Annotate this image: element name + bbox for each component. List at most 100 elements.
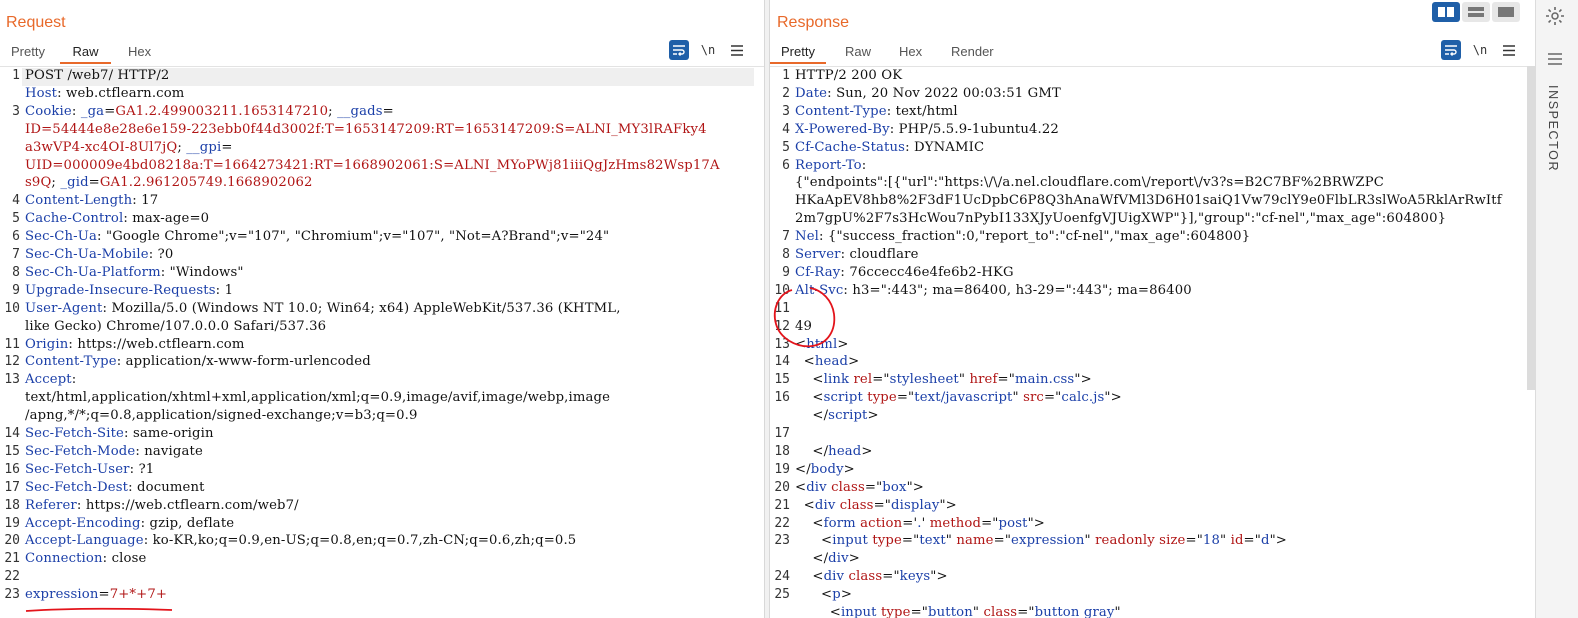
- split-vertical-icon[interactable]: [1462, 2, 1490, 22]
- code-token: Cf-Cache-Status: [795, 139, 906, 155]
- code-line[interactable]: 14 Sec-Fetch-Site: same-origin: [0, 426, 764, 444]
- code-line[interactable]: 3 Content-Type: text/html: [770, 104, 1535, 122]
- code-line[interactable]: 12 Content-Type: application/x-www-form-u…: [0, 354, 764, 372]
- gear-icon[interactable]: [1545, 6, 1565, 31]
- code-token: a3wVP4-xc4OI-8Ul7jQ: [25, 139, 178, 155]
- code-token: =": [993, 533, 1012, 549]
- code-token: : DYNAMIC: [905, 139, 985, 155]
- code-line[interactable]: 19 Accept-Encoding: gzip, deflate: [0, 516, 764, 534]
- code-line[interactable]: 13 <html>: [770, 337, 1535, 355]
- code-token: div: [806, 479, 827, 495]
- code-token: <: [795, 372, 824, 388]
- code-line[interactable]: 7 Nel: {"success_fraction":0,"report_to":…: [770, 229, 1535, 247]
- request-editor[interactable]: 1 POST /web7/ HTTP/2 Host: web.ctflearn.co…: [0, 66, 764, 618]
- code-line[interactable]: 21 <div class="display">: [770, 498, 1535, 516]
- code-token: post: [998, 515, 1028, 531]
- code-line[interactable]: 10 User-Agent: Mozilla/5.0 (Windows NT 10…: [0, 301, 764, 319]
- inspector-label[interactable]: INSPECTOR: [1546, 85, 1560, 172]
- code-line[interactable]: 18 </head>: [770, 444, 1535, 462]
- code-line[interactable]: 2 Date: Sun, 20 Nov 2022 00:03:51 GMT: [770, 86, 1535, 104]
- code-line[interactable]: 22: [0, 569, 764, 587]
- code-line[interactable]: 7 Sec-Ch-Ua-Mobile: ?0: [0, 247, 764, 265]
- code-line[interactable]: 5 Cf-Cache-Status: DYNAMIC: [770, 140, 1535, 158]
- code-line[interactable]: 13 Accept:: [0, 372, 764, 390]
- hamburger-menu-icon[interactable]: [1499, 40, 1519, 60]
- code-line[interactable]: 23 <input type="text" name="expression" …: [770, 533, 1535, 551]
- hamburger-menu-icon[interactable]: [727, 40, 747, 60]
- tab-render[interactable]: Render: [951, 42, 1001, 64]
- response-title: Response: [777, 14, 850, 31]
- code-line[interactable]: {"endpoints":[{"url":"https:\/\/a.nel.cl…: [770, 175, 1535, 193]
- code-line[interactable]: 12 49: [770, 319, 1535, 337]
- code-line[interactable]: /apng,*/*;q=0.8,application/signed-excha…: [0, 408, 764, 426]
- code-line[interactable]: <input type="button" class="button gray": [770, 605, 1535, 618]
- code-line[interactable]: 15 <link rel="stylesheet" href="main.css…: [770, 372, 1535, 390]
- code-line[interactable]: 25 <p>: [770, 587, 1535, 605]
- code-line[interactable]: 23 expression=7+*+7+: [0, 587, 764, 605]
- tab-hex[interactable]: Hex: [128, 42, 158, 64]
- code-line[interactable]: UID=000009e4bd08218a:T=1664273421:RT=166…: [0, 158, 764, 176]
- code-line[interactable]: 15 Sec-Fetch-Mode: navigate: [0, 444, 764, 462]
- tab-hex[interactable]: Hex: [899, 42, 929, 64]
- code-line[interactable]: 17 Sec-Fetch-Dest: document: [0, 480, 764, 498]
- code-line[interactable]: Host: web.ctflearn.com: [0, 86, 764, 104]
- code-line[interactable]: 16 Sec-Fetch-User: ?1: [0, 462, 764, 480]
- code-line[interactable]: 20 Accept-Language: ko-KR,ko;q=0.9,en-US;…: [0, 533, 764, 551]
- code-line[interactable]: 1 POST /web7/ HTTP/2: [0, 68, 764, 86]
- code-line[interactable]: 18 Referer: https://web.ctflearn.com/web7…: [0, 498, 764, 516]
- code-line[interactable]: 19 </body>: [770, 462, 1535, 480]
- line-text: UID=000009e4bd08218a:T=1664273421:RT=166…: [25, 158, 720, 173]
- code-line[interactable]: 6 Sec-Ch-Ua: "Google Chrome";v="107", "Ch…: [0, 229, 764, 247]
- split-horizontal-icon[interactable]: [1432, 2, 1460, 22]
- word-wrap-icon[interactable]: [669, 40, 689, 60]
- line-number: 5: [782, 139, 790, 155]
- line-text: X-Powered-By: PHP/5.5.9-1ubuntu4.22: [795, 122, 1059, 137]
- request-toolbar: \n: [669, 40, 747, 60]
- code-line[interactable]: 21 Connection: close: [0, 551, 764, 569]
- response-scrollbar[interactable]: [1527, 66, 1535, 390]
- code-line[interactable]: 6 Report-To:: [770, 158, 1535, 176]
- code-line[interactable]: HKaApEV8hb8%2F3dF1UcDpbC6P8Q3hAnaWfVMl3D…: [770, 193, 1535, 211]
- code-line[interactable]: 16 <script type="text/javascript" src="c…: [770, 390, 1535, 408]
- newline-toggle[interactable]: \n: [699, 40, 717, 60]
- code-line[interactable]: 20 <div class="box">: [770, 480, 1535, 498]
- code-line[interactable]: s9Q; _gid=GA1.2.961205749.1668902062: [0, 175, 764, 193]
- code-token: ">: [930, 569, 948, 585]
- code-line[interactable]: a3wVP4-xc4OI-8Ul7jQ; __gpi=: [0, 140, 764, 158]
- tab-pretty[interactable]: Pretty: [770, 42, 826, 64]
- response-editor[interactable]: 1 HTTP/2 200 OK 2 Date: Sun, 20 Nov 2022 00…: [770, 66, 1535, 618]
- code-line[interactable]: 22 <form action='.' method="post">: [770, 516, 1535, 534]
- code-token: button gray: [1034, 605, 1115, 618]
- code-line[interactable]: </script>: [770, 408, 1535, 426]
- line-number: 6: [782, 157, 790, 173]
- tab-raw[interactable]: Raw: [60, 42, 111, 64]
- newline-toggle[interactable]: \n: [1471, 40, 1489, 60]
- code-line[interactable]: 2m7gpU%2F7s3HcWou7nPybI133XJyUoenfgVJUig…: [770, 211, 1535, 229]
- code-token: expression: [1011, 533, 1085, 549]
- hamburger-menu-icon[interactable]: [1548, 52, 1562, 70]
- line-text: </head>: [795, 444, 873, 459]
- code-line[interactable]: 10 Alt-Svc: h3=":443"; ma=86400, h3-29=":…: [770, 283, 1535, 301]
- tab-raw[interactable]: Raw: [845, 42, 875, 64]
- code-line[interactable]: ID=54444e8e28e6e159-223ebb0f44d3002f:T=1…: [0, 122, 764, 140]
- code-line[interactable]: 17: [770, 426, 1535, 444]
- code-line[interactable]: 24 <div class="keys">: [770, 569, 1535, 587]
- code-line[interactable]: 9 Cf-Ray: 76ccecc46e4fe6b2-HKG: [770, 265, 1535, 283]
- code-line[interactable]: text/html,application/xhtml+xml,applicat…: [0, 390, 764, 408]
- code-line[interactable]: 11: [770, 301, 1535, 319]
- single-pane-icon[interactable]: [1492, 2, 1520, 22]
- code-line[interactable]: 9 Upgrade-Insecure-Requests: 1: [0, 283, 764, 301]
- code-line[interactable]: 11 Origin: https://web.ctflearn.com: [0, 337, 764, 355]
- tab-pretty[interactable]: Pretty: [11, 42, 51, 64]
- code-line[interactable]: </div>: [770, 551, 1535, 569]
- code-line[interactable]: 8 Server: cloudflare: [770, 247, 1535, 265]
- code-line[interactable]: 8 Sec-Ch-Ua-Platform: "Windows": [0, 265, 764, 283]
- code-line[interactable]: like Gecko) Chrome/107.0.0.0 Safari/537.…: [0, 319, 764, 337]
- word-wrap-icon[interactable]: [1441, 40, 1461, 60]
- code-line[interactable]: 5 Cache-Control: max-age=0: [0, 211, 764, 229]
- code-line[interactable]: 1 HTTP/2 200 OK: [770, 68, 1535, 86]
- code-line[interactable]: 3 Cookie: _ga=GA1.2.499003211.1653147210;…: [0, 104, 764, 122]
- code-line[interactable]: 4 Content-Length: 17: [0, 193, 764, 211]
- code-line[interactable]: 14 <head>: [770, 354, 1535, 372]
- code-line[interactable]: 4 X-Powered-By: PHP/5.5.9-1ubuntu4.22: [770, 122, 1535, 140]
